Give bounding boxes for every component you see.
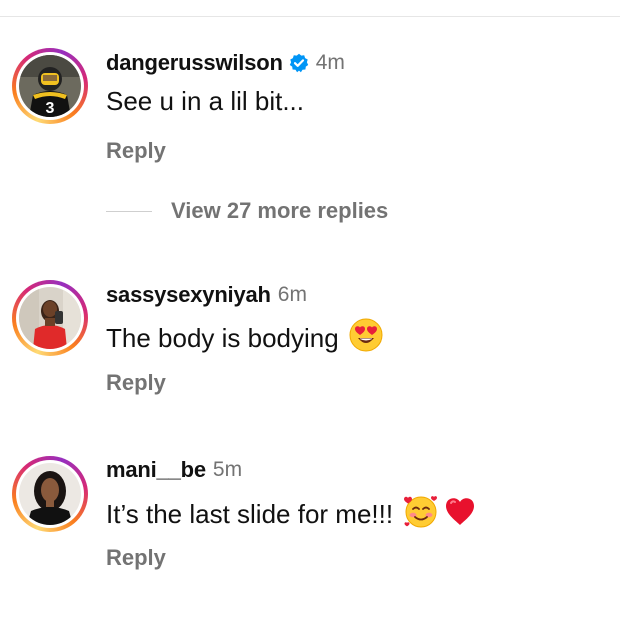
reply-button[interactable]: Reply [106,370,166,396]
story-ring[interactable]: 3 [12,48,88,124]
view-more-replies-label: View 27 more replies [171,198,389,223]
view-more-replies-button[interactable]: View 27 more replies [106,198,388,224]
comment-body: It’s the last slide for me!!! [106,493,477,536]
comment-username[interactable]: sassysexyniyah [106,282,271,308]
comment-username[interactable]: mani__be [106,457,206,483]
reply-button[interactable]: Reply [106,545,166,571]
comment-body: See u in a lil bit... [106,86,304,117]
football-player-avatar-icon: 3 [19,55,81,117]
avatar[interactable] [19,287,81,349]
comment-timestamp: 4m [315,51,345,74]
story-ring[interactable] [12,280,88,356]
comment-text: See u in a lil bit... [106,86,304,116]
reply-button[interactable]: Reply [106,138,166,164]
heart-eyes-emoji-icon [349,318,383,359]
comment-text: The body is bodying [106,323,339,353]
comment-body: The body is bodying [106,318,383,359]
svg-text:3: 3 [46,100,55,117]
top-divider [0,16,620,17]
avatar[interactable] [19,463,81,525]
comment-username[interactable]: dangerusswilson [106,50,283,76]
verified-badge-icon [289,53,309,73]
avatar[interactable]: 3 [19,55,81,117]
red-heart-emoji-icon [443,494,477,535]
comment-timestamp: 5m [212,458,243,481]
replies-divider-line [106,210,152,212]
story-ring[interactable] [12,456,88,532]
comment-text: It’s the last slide for me!!! [106,499,394,529]
woman-portrait-avatar-icon [19,463,81,525]
woman-mirror-selfie-avatar-icon [19,287,81,349]
comment-timestamp: 6m [277,283,307,306]
smiling-face-with-hearts-emoji-icon [403,493,439,536]
